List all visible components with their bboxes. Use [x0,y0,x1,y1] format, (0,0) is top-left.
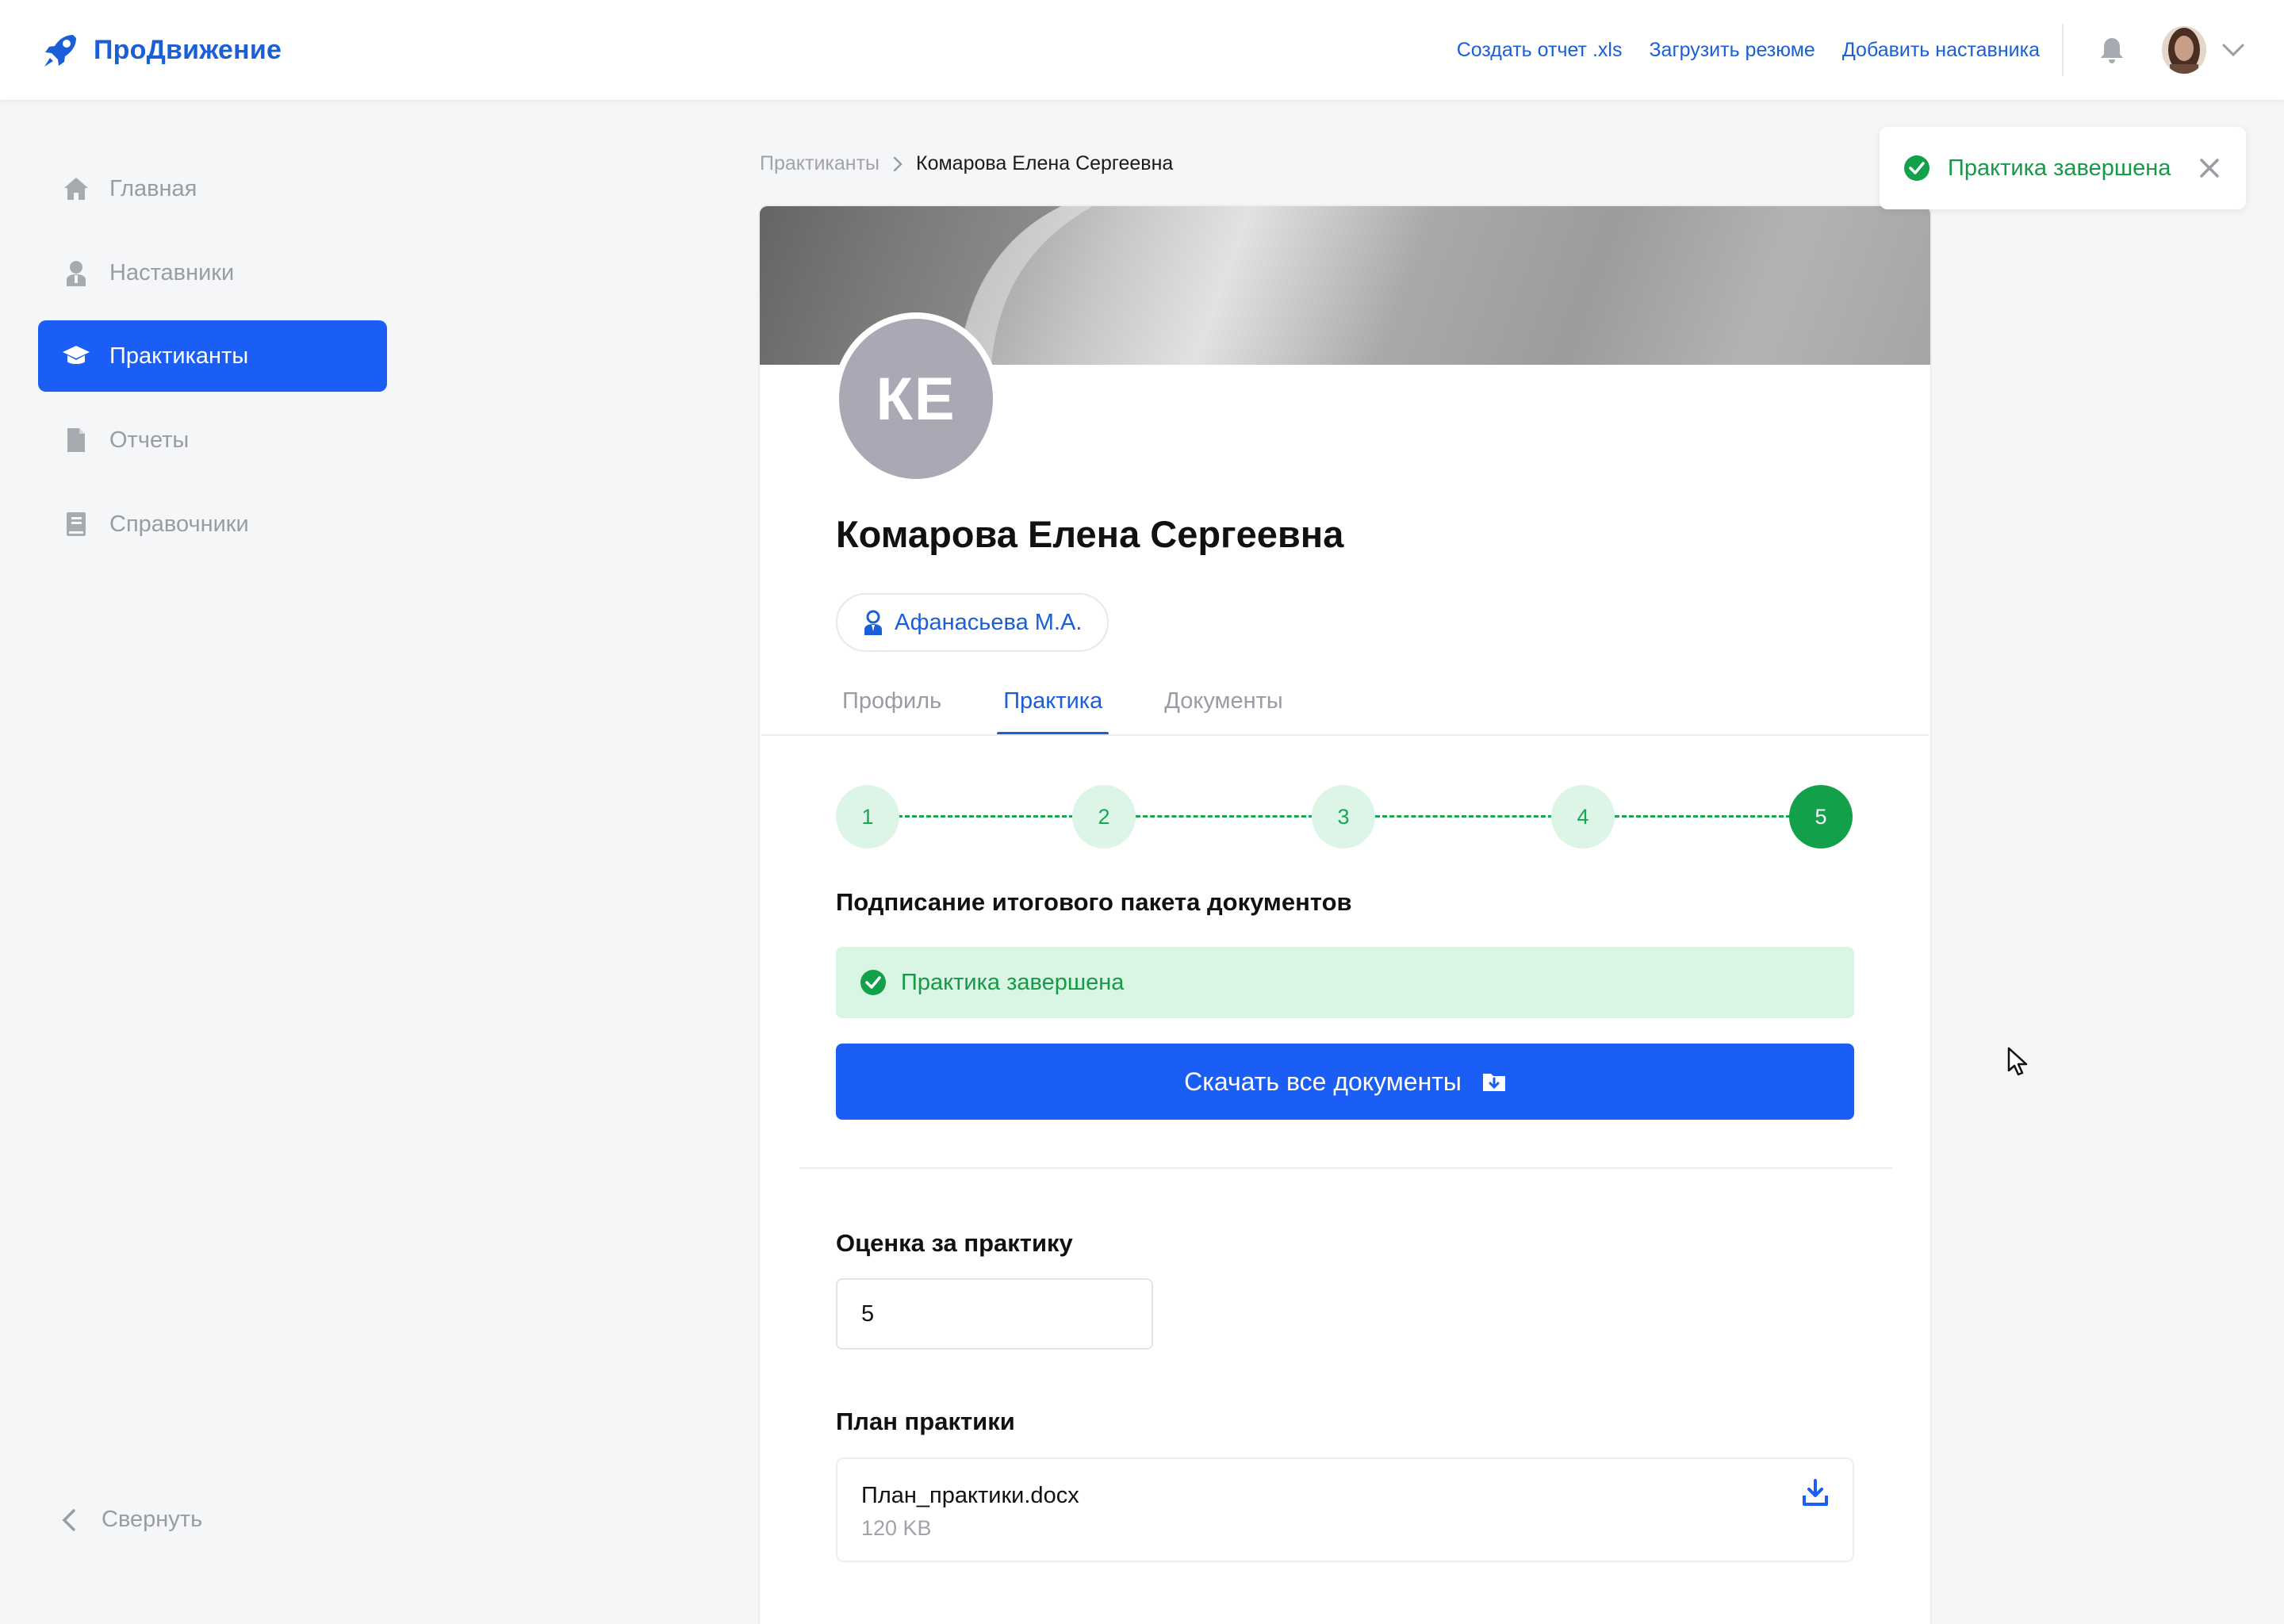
step-connector [1375,815,1553,818]
download-icon[interactable] [1802,1478,1829,1507]
sidebar-item-label: Главная [109,175,197,201]
sidebar-item-directories[interactable]: Справочники [38,488,387,560]
step-connector [1615,815,1791,818]
mentor-name: Афанасьева М.А. [895,609,1083,635]
create-report-link[interactable]: Создать отчет .xls [1457,39,1623,62]
collapse-sidebar-button[interactable]: Свернуть [62,1507,202,1533]
step-connector [898,815,1074,818]
home-icon [62,174,90,203]
top-header: ПроДвижение Создать отчет .xls Загрузить… [0,0,2284,100]
file-name: План_практики.docx [861,1483,1079,1508]
plan-title: План практики [836,1408,1015,1435]
profile-tabs: Профиль Практика Документы [836,688,1339,735]
download-all-label: Скачать все документы [1184,1067,1462,1096]
chevron-left-icon [62,1508,75,1531]
grade-input[interactable] [836,1278,1153,1350]
document-icon [62,426,90,454]
mentor-icon [62,259,90,287]
header-actions: Создать отчет .xls Загрузить резюме Доба… [1457,0,2040,100]
sidebar-item-home[interactable]: Главная [38,153,387,224]
toast-text: Практика завершена [1948,155,2171,181]
chevron-right-icon [893,156,902,171]
tabs-divider [761,734,1929,736]
sidebar-item-reports[interactable]: Отчеты [38,404,387,476]
file-item[interactable]: План_практики.docx 120 KB [836,1457,1854,1562]
status-text: Практика завершена [901,969,1125,995]
grade-title: Оценка за практику [836,1229,1073,1257]
step-connector [1136,815,1313,818]
sidebar-item-label: Отчеты [109,427,190,453]
mentor-chip[interactable]: Афанасьева М.А. [836,593,1109,652]
app-logo[interactable]: ПроДвижение [41,30,282,70]
header-divider [2062,24,2064,76]
breadcrumb-root-link[interactable]: Практиканты [760,152,879,175]
intern-name: Комарова Елена Сергеевна [836,513,1344,555]
step-1[interactable]: 1 [836,785,899,848]
status-banner: Практика завершена [836,947,1854,1018]
check-circle-icon [1904,155,1930,181]
step-4[interactable]: 4 [1551,785,1615,848]
step-2[interactable]: 2 [1072,785,1136,848]
section-divider [799,1167,1892,1169]
book-icon [62,510,90,538]
stage-title: Подписание итогового пакета документов [836,888,1352,916]
collapse-label: Свернуть [102,1507,203,1532]
mentor-icon [864,610,882,635]
user-photo-icon [2162,26,2206,74]
success-toast: Практика завершена [1880,127,2246,209]
sidebar-item-label: Наставники [109,259,235,285]
tab-documents[interactable]: Документы [1158,688,1290,735]
upload-resume-link[interactable]: Загрузить резюме [1649,39,1815,62]
app-name: ПроДвижение [94,34,282,65]
intern-avatar: КЕ [833,312,999,485]
mouse-cursor-icon [2007,1047,2028,1076]
user-avatar[interactable] [2162,26,2206,74]
chevron-down-icon[interactable] [2221,41,2246,59]
rocket-logo-icon [44,35,76,67]
sidebar-item-interns[interactable]: Практиканты [38,320,387,392]
add-mentor-link[interactable]: Добавить наставника [1842,39,2040,62]
step-5[interactable]: 5 [1789,785,1853,848]
tab-practice[interactable]: Практика [997,688,1109,735]
bell-icon[interactable] [2098,36,2125,64]
sidebar-item-mentors[interactable]: Наставники [38,237,387,308]
file-size: 120 KB [861,1516,932,1540]
breadcrumb-current: Комарова Елена Сергеевна [916,152,1174,174]
tab-profile[interactable]: Профиль [836,688,948,735]
graduation-cap-icon [62,342,90,370]
check-circle-icon [860,970,886,995]
download-all-button[interactable]: Скачать все документы [836,1044,1854,1120]
close-icon[interactable] [2198,157,2221,179]
step-3[interactable]: 3 [1312,785,1375,848]
folder-download-icon [1482,1074,1505,1091]
breadcrumb: Практиканты Комарова Елена Сергеевна [760,152,1173,175]
sidebar-item-label: Справочники [109,511,249,537]
sidebar-item-label: Практиканты [109,343,249,369]
